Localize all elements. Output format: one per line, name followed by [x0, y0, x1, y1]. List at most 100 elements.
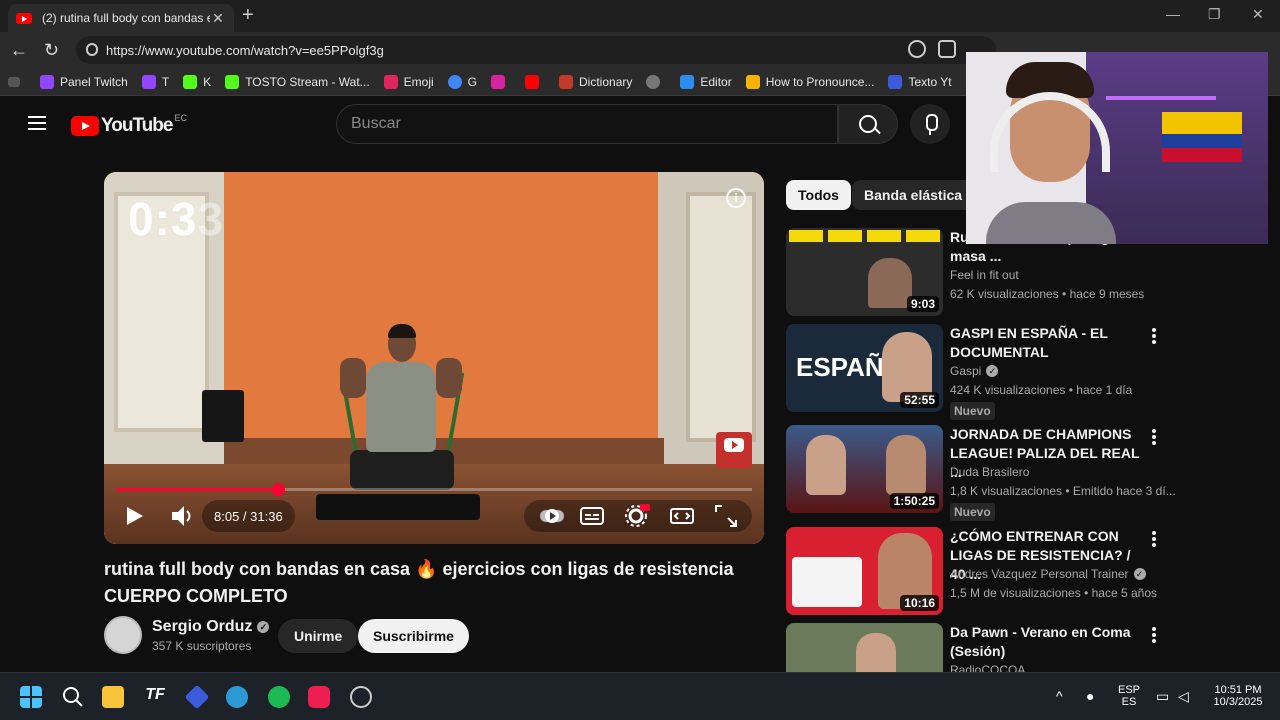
youtube-bookmark-icon[interactable]	[525, 74, 545, 89]
bookmark-item[interactable]: Dictionary	[559, 74, 632, 89]
bookmark-item[interactable]: T	[141, 74, 169, 89]
file-explorer-icon[interactable]	[102, 686, 124, 708]
microphone-tray-icon[interactable]: ●	[1086, 688, 1094, 704]
extension-icon[interactable]	[908, 40, 926, 58]
progress-fill	[116, 488, 279, 491]
progress-bar[interactable]	[116, 483, 752, 496]
video-thumbnail[interactable]: 10:16	[786, 527, 943, 615]
language-indicator[interactable]: ESP ES	[1116, 684, 1142, 708]
more-options-icon[interactable]	[1152, 328, 1156, 346]
site-info-icon[interactable]	[86, 43, 98, 56]
subscribe-button[interactable]: Suscribirme	[358, 619, 469, 653]
video-thumbnail[interactable]: 1:50:25	[786, 425, 943, 513]
play-icon[interactable]	[120, 502, 148, 530]
bookmark-item[interactable]: TOSTO Stream - Wat...	[225, 74, 370, 89]
recommendation-meta: 1,8 K visualizaciones • Emitido hace 3 d…	[950, 484, 1176, 498]
bookmarks-menu-icon[interactable]	[8, 76, 26, 87]
recommendation-item[interactable]: Da Pawn - Verano en Coma (Sesión) RadioC…	[786, 623, 1166, 672]
thumbnail-graphic	[792, 557, 862, 607]
menu-icon[interactable]	[28, 116, 46, 130]
info-icon[interactable]: i	[726, 188, 746, 208]
led-strip	[1106, 96, 1216, 100]
microphone-icon[interactable]	[910, 104, 950, 144]
channel-avatar[interactable]	[104, 616, 142, 654]
more-options-icon[interactable]	[1152, 531, 1156, 549]
apps-icon[interactable]	[938, 40, 956, 58]
chip-all[interactable]: Todos	[786, 180, 851, 210]
region-code: EC	[174, 113, 187, 123]
reload-icon[interactable]: ↻	[44, 40, 59, 61]
video-title: rutina full body con bandas en casa 🔥 ej…	[104, 559, 734, 606]
window-close-icon[interactable]: ✕	[1252, 6, 1264, 23]
clock[interactable]: 10:51 PM 10/3/2025	[1206, 684, 1270, 708]
volume-icon[interactable]	[168, 502, 196, 530]
thumbnail-graphic	[868, 258, 912, 308]
bookmark-item[interactable]: Emoji	[383, 74, 434, 89]
bookmark-item[interactable]: How to Pronounce...	[745, 74, 874, 89]
windows-start-icon[interactable]	[20, 686, 42, 708]
overlay-timer: 0:33	[128, 193, 225, 245]
video-thumbnail[interactable]: 9:03	[786, 228, 943, 316]
tf-app-icon[interactable]: TF	[144, 686, 166, 708]
subscribe-watermark-icon[interactable]	[716, 432, 752, 468]
video-frame-mat	[316, 494, 480, 520]
video-thumbnail[interactable]	[786, 623, 943, 672]
search-input[interactable]: Buscar	[336, 104, 838, 144]
channel-name[interactable]: Sergio Orduz ✓	[152, 618, 270, 636]
bookmark-item[interactable]: K	[183, 74, 211, 89]
recommendation-item[interactable]: 1:50:25 JORNADA DE CHAMPIONS LEAGUE! PAL…	[786, 425, 1176, 521]
browser-tab[interactable]: (2) rutina full body con bandas en casa …	[8, 4, 234, 32]
chatgpt-icon[interactable]	[350, 686, 372, 708]
more-options-icon[interactable]	[1152, 429, 1156, 447]
bookmark-item[interactable]: G	[447, 74, 477, 89]
verified-icon: ✓	[257, 621, 270, 633]
new-badge: Nuevo	[950, 503, 995, 521]
show-hidden-icons-icon[interactable]: ^	[1056, 688, 1063, 704]
edge-browser-icon[interactable]	[226, 686, 248, 708]
recommendation-channel: RadioCOCOA	[950, 663, 1026, 672]
video-player[interactable]: 0:33 i 8:05 / 31:36	[104, 172, 764, 544]
flag-stripe	[1162, 112, 1242, 134]
back-icon[interactable]: ←	[10, 40, 28, 61]
new-tab-button[interactable]: +	[242, 4, 254, 27]
search-icon[interactable]	[62, 686, 84, 708]
captions-icon[interactable]	[578, 502, 606, 530]
theater-mode-icon[interactable]	[668, 502, 696, 530]
bookmark-item[interactable]: Panel Twitch	[40, 74, 128, 89]
duration-badge: 9:03	[906, 296, 939, 312]
video-frame-person	[350, 450, 454, 490]
flag-stripe	[1162, 134, 1242, 148]
search-icon[interactable]	[838, 104, 898, 144]
fullscreen-icon[interactable]	[712, 502, 740, 530]
join-button[interactable]: Unirme	[278, 619, 359, 653]
more-options-icon[interactable]	[1152, 627, 1156, 645]
chip-banda-elastica[interactable]: Banda elástica	[852, 180, 975, 210]
browser-tab-bar: (2) rutina full body con bandas en casa …	[0, 0, 1280, 32]
bookmark-item[interactable]: Editor	[680, 74, 732, 89]
spotify-icon[interactable]	[268, 686, 290, 708]
recommendation-item[interactable]: 10:16 ¿CÓMO ENTRENAR CON LIGAS DE RESIST…	[786, 527, 1166, 617]
tiktok-icon[interactable]	[308, 686, 330, 708]
bookmark-item[interactable]: Texto Yt	[888, 74, 952, 89]
thumbnail-graphic	[806, 435, 846, 495]
settings-gear-icon[interactable]	[622, 502, 650, 530]
recommendation-channel: Gaspi ✓	[950, 364, 999, 378]
youtube-favicon-icon	[16, 12, 32, 24]
video-thumbnail[interactable]: ESPAÑA 52:55	[786, 324, 943, 412]
instagram-bookmark-icon[interactable]	[491, 74, 511, 89]
close-tab-icon[interactable]: ✕	[210, 10, 226, 27]
maximize-icon[interactable]: ❐	[1208, 6, 1221, 23]
video-frame-person	[436, 358, 462, 398]
recommendation-meta: 62 K visualizaciones • hace 9 meses	[950, 287, 1145, 301]
volume-tray-icon[interactable]: ◁	[1178, 688, 1189, 705]
thumbnail-graphic	[786, 228, 943, 244]
url-field[interactable]: https://www.youtube.com/watch?v=ee5PPolg…	[76, 36, 996, 64]
recommendation-item[interactable]: ESPAÑA 52:55 GASPI EN ESPAÑA - EL DOCUME…	[786, 324, 1166, 420]
chatgpt-bookmark-icon[interactable]	[646, 74, 666, 89]
streamer-shirt	[986, 202, 1116, 244]
minimize-icon[interactable]: —	[1166, 6, 1180, 22]
autoplay-toggle-icon[interactable]	[538, 502, 566, 530]
verified-icon: ✓	[1133, 568, 1146, 580]
network-icon[interactable]: ▭	[1156, 688, 1169, 705]
youtube-logo[interactable]: YouTube EC	[71, 113, 187, 137]
